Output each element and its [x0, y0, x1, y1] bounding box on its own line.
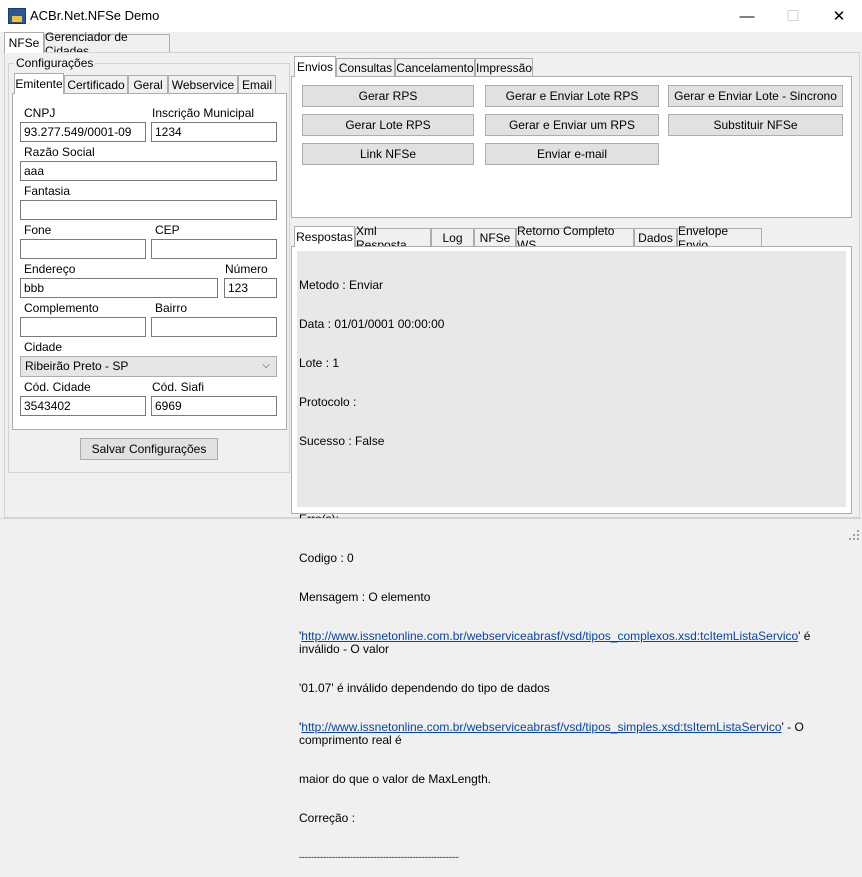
tab-xml-resposta[interactable]: Xml Resposta	[355, 224, 431, 252]
tab-log[interactable]: Log	[431, 228, 474, 247]
config-legend: Configurações	[14, 56, 96, 70]
response-line: Mensagem : O elemento	[299, 590, 431, 604]
cep-field[interactable]	[151, 239, 277, 259]
tab-webservice[interactable]: Webservice	[168, 75, 238, 94]
fone-label: Fone	[24, 223, 52, 237]
cidade-label: Cidade	[24, 340, 63, 354]
response-line: Data : 01/01/0001 00:00:00	[299, 317, 445, 331]
tab-emitente[interactable]: Emitente	[14, 73, 64, 94]
complemento-label: Complemento	[24, 301, 99, 315]
substituir-nfse-button[interactable]: Substituir NFSe	[668, 114, 843, 136]
complemento-field[interactable]	[20, 317, 146, 337]
tab-retorno-completo-ws[interactable]: Retorno Completo WS	[516, 224, 634, 252]
link-nfse-button[interactable]: Link NFSe	[302, 143, 474, 165]
tab-certificado[interactable]: Certificado	[64, 75, 128, 94]
enviar-email-button[interactable]: Enviar e-mail	[485, 143, 659, 165]
endereco-field[interactable]: bbb	[20, 278, 218, 298]
tab-envios[interactable]: Envios	[294, 56, 336, 77]
minimize-button[interactable]: —	[724, 0, 770, 32]
tab-envelope-envio[interactable]: Envelope Envio	[677, 224, 762, 252]
schema-link-complexos[interactable]: http://www.issnetonline.com.br/webservic…	[301, 629, 798, 643]
cnpj-label: CNPJ	[24, 106, 56, 120]
response-line: maior do que o valor de MaxLength.	[299, 772, 492, 786]
gerar-lote-rps-button[interactable]: Gerar Lote RPS	[302, 114, 474, 136]
chevron-down-icon: ⌵	[262, 360, 270, 371]
tab-nfse[interactable]: NFSe	[4, 32, 44, 53]
response-line: Correção :	[299, 811, 356, 825]
cod-siafi-field[interactable]: 6969	[151, 396, 277, 416]
response-textarea[interactable]: Metodo : Enviar Data : 01/01/0001 00:00:…	[297, 251, 846, 862]
salvar-configuracoes-button[interactable]: Salvar Configurações	[80, 438, 218, 460]
response-line: Metodo : Enviar	[299, 278, 384, 292]
tab-cancelamento[interactable]: Cancelamento	[395, 58, 475, 77]
numero-label: Número	[225, 262, 268, 276]
fantasia-label: Fantasia	[24, 184, 71, 198]
bairro-field[interactable]	[151, 317, 277, 337]
response-line: '01.07' é inválido dependendo do tipo de…	[299, 681, 550, 695]
title-bar: ACBr.Net.NFSe Demo — ☐ ✕	[0, 0, 862, 32]
inscricao-field[interactable]: 1234	[151, 122, 277, 142]
response-line: Sucesso : False	[299, 434, 385, 448]
tab-gerenciador-cidades[interactable]: Gerenciador de Cidades	[44, 30, 170, 58]
response-line	[299, 474, 844, 487]
cidade-select[interactable]: Ribeirão Preto - SP ⌵	[20, 356, 277, 377]
tab-geral[interactable]: Geral	[128, 75, 168, 94]
endereco-label: Endereço	[24, 262, 76, 276]
response-line: Protocolo :	[299, 395, 357, 409]
resize-grip-icon[interactable]	[848, 529, 860, 541]
cidade-select-value: Ribeirão Preto - SP	[25, 359, 129, 373]
response-line: Lote : 1	[299, 356, 340, 370]
tab-impressao[interactable]: Impressão	[475, 58, 533, 77]
tab-email[interactable]: Email	[238, 75, 276, 94]
tab-consultas[interactable]: Consultas	[336, 58, 395, 77]
app-icon	[8, 8, 26, 24]
gerar-enviar-um-rps-button[interactable]: Gerar e Enviar um RPS	[485, 114, 659, 136]
bairro-label: Bairro	[155, 301, 188, 315]
cep-label: CEP	[155, 223, 180, 237]
fantasia-field[interactable]	[20, 200, 277, 220]
tab-dados[interactable]: Dados	[634, 228, 677, 247]
response-message-1: 'http://www.issnetonline.com.br/webservi…	[299, 629, 814, 656]
tab-respostas[interactable]: Respostas	[294, 226, 355, 247]
gerar-rps-button[interactable]: Gerar RPS	[302, 85, 474, 107]
schema-link-simples[interactable]: http://www.issnetonline.com.br/webservic…	[301, 720, 781, 734]
response-separator: ----------------------------------------…	[299, 852, 459, 862]
status-bar	[0, 518, 862, 543]
close-button[interactable]: ✕	[816, 0, 862, 32]
cnpj-field[interactable]: 93.277.549/0001-09	[20, 122, 146, 142]
response-line: Codigo : 0	[299, 551, 354, 565]
maximize-button[interactable]: ☐	[770, 0, 816, 32]
tab-nfse-xml[interactable]: NFSe	[474, 228, 516, 247]
inscricao-label: Inscrição Municipal	[152, 106, 255, 120]
numero-field[interactable]: 123	[224, 278, 277, 298]
gerar-enviar-lote-sincrono-button[interactable]: Gerar e Enviar Lote - Sincrono	[668, 85, 843, 107]
cod-siafi-label: Cód. Siafi	[152, 380, 205, 394]
fone-field[interactable]	[20, 239, 146, 259]
window-title: ACBr.Net.NFSe Demo	[30, 8, 160, 23]
razao-field[interactable]: aaa	[20, 161, 277, 181]
response-message-2: 'http://www.issnetonline.com.br/webservi…	[299, 720, 808, 747]
cod-cidade-label: Cód. Cidade	[24, 380, 91, 394]
razao-label: Razão Social	[24, 145, 95, 159]
cod-cidade-field[interactable]: 3543402	[20, 396, 146, 416]
gerar-enviar-lote-rps-button[interactable]: Gerar e Enviar Lote RPS	[485, 85, 659, 107]
